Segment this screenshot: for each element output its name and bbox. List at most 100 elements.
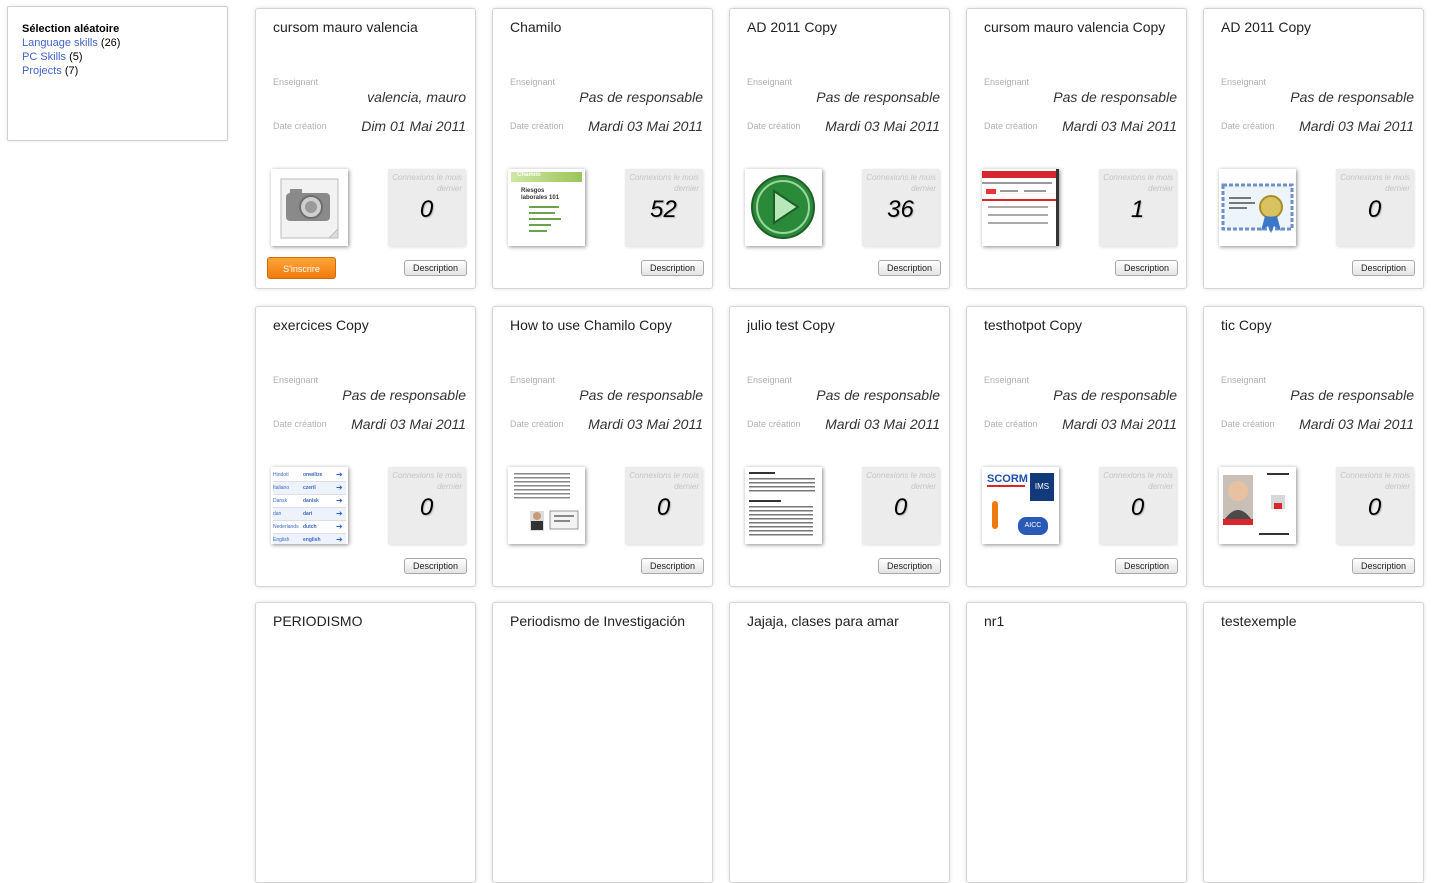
creation-date: Mardi 03 Mai 2011 — [1062, 118, 1177, 134]
description-button[interactable]: Description — [1351, 558, 1415, 574]
course-card: nr1 — [966, 602, 1187, 883]
connections-count: 1 — [1130, 196, 1145, 223]
course-title[interactable]: testexemple — [1221, 613, 1296, 629]
teacher-label: Enseignant — [510, 375, 556, 385]
description-button[interactable]: Description — [877, 558, 941, 574]
description-button[interactable]: Description — [877, 260, 941, 276]
vocabulary-table-thumbnail[interactable]: Hindoti onwilize ➔ Italiano czeril ➔ Dansk dani… — [271, 467, 348, 544]
creation-date: Mardi 03 Mai 2011 — [588, 118, 703, 134]
description-button[interactable]: Description — [1351, 260, 1415, 276]
teacher-label: Enseignant — [273, 77, 319, 87]
thumb-table-cell: dan — [273, 511, 282, 517]
creation-date: Mardi 03 Mai 2011 — [825, 416, 940, 432]
thumb-table-cell: Dansk — [273, 498, 288, 504]
connections-box: Connexions le mois dernier 1 — [1099, 169, 1176, 246]
course-title[interactable]: cursom mauro valencia Copy — [984, 19, 1165, 35]
course-title[interactable]: julio test Copy — [747, 317, 835, 333]
scorm-logos-thumbnail[interactable]: SCORM IMS AICC — [982, 467, 1059, 544]
camera-placeholder-icon[interactable] — [271, 169, 348, 246]
course-title[interactable]: How to use Chamilo Copy — [510, 317, 672, 333]
thumb-brand: Chamilo — [511, 172, 582, 182]
text-page-thumbnail[interactable] — [745, 467, 822, 544]
course-title[interactable]: tic Copy — [1221, 317, 1272, 333]
category-item: PC Skills (5) — [22, 50, 213, 64]
category-link-language-skills[interactable]: Language skills — [22, 37, 98, 49]
arrow-right-icon: ➔ — [336, 496, 343, 505]
connections-label: Connexions le mois dernier — [1340, 471, 1410, 491]
description-button[interactable]: Description — [1114, 260, 1178, 276]
teacher-label: Enseignant — [747, 77, 793, 87]
teacher-name: Pas de responsable — [816, 387, 940, 403]
thumb-table-row: Nederlands dutch ➔ — [273, 521, 346, 534]
course-title[interactable]: AD 2011 Copy — [1221, 19, 1311, 35]
connections-label: Connexions le mois dernier — [1103, 471, 1173, 491]
random-selection-title: Sélection aléatoire — [22, 23, 120, 35]
description-button[interactable]: Description — [403, 558, 467, 574]
thumb-table-row: English english ➔ — [273, 534, 346, 544]
creation-date-label: Date création — [510, 419, 564, 429]
course-card: exercices Copy Enseignant Pas de respons… — [255, 306, 476, 587]
creation-date: Dim 01 Mai 2011 — [361, 118, 466, 134]
creation-date: Mardi 03 Mai 2011 — [1062, 416, 1177, 432]
arrow-right-icon: ➔ — [336, 535, 343, 544]
course-card: Chamilo Enseignant Pas de responsable Da… — [492, 8, 713, 289]
connections-label: Connexions le mois dernier — [1103, 173, 1173, 193]
course-title[interactable]: Periodismo de Investigación — [510, 613, 685, 629]
teacher-label: Enseignant — [747, 375, 793, 385]
course-card: PERIODISMO — [255, 602, 476, 883]
course-card: AD 2011 Copy Enseignant Pas de responsab… — [729, 8, 950, 289]
green-play-icon[interactable] — [745, 169, 822, 246]
thumb-table-cell: English — [273, 537, 290, 543]
course-title[interactable]: exercices Copy — [273, 317, 369, 333]
course-title[interactable]: testhotpot Copy — [984, 317, 1082, 333]
course-card: cursom mauro valencia Copy Enseignant Pa… — [966, 8, 1187, 289]
description-button[interactable]: Description — [403, 260, 467, 276]
creation-date-label: Date création — [510, 121, 564, 131]
arrow-right-icon: ➔ — [336, 483, 343, 492]
creation-date: Mardi 03 Mai 2011 — [351, 416, 466, 432]
creation-date-label: Date création — [984, 419, 1038, 429]
category-link-projects[interactable]: Projects — [22, 65, 62, 77]
connections-label: Connexions le mois dernier — [629, 471, 699, 491]
thumb-heading: Riesgos laborales 101 — [521, 188, 560, 201]
thumb-table-cell: Hindoti — [273, 472, 289, 478]
description-button[interactable]: Description — [640, 558, 704, 574]
certificate-thumbnail[interactable] — [1219, 169, 1296, 246]
chamilo-document-thumbnail[interactable]: Chamilo Riesgos laborales 101 — [508, 169, 585, 246]
creation-date-label: Date création — [1221, 121, 1275, 131]
course-title[interactable]: nr1 — [984, 613, 1004, 629]
description-button[interactable]: Description — [1114, 558, 1178, 574]
arrow-right-icon: ➔ — [336, 509, 343, 518]
document-page-thumbnail[interactable] — [508, 467, 585, 544]
subscribe-button[interactable]: S'inscrire — [267, 257, 336, 279]
course-title[interactable]: PERIODISMO — [273, 613, 362, 629]
category-count: (26) — [100, 37, 121, 49]
thumb-table-cell: dutch — [303, 524, 317, 530]
course-card: Periodismo de Investigación — [492, 602, 713, 883]
course-title[interactable]: Chamilo — [510, 19, 561, 35]
category-link-pc-skills[interactable]: PC Skills — [22, 51, 66, 63]
thumb-table-row: dan dari ➔ — [273, 508, 346, 521]
aicc-logo: AICC — [1018, 517, 1048, 535]
web-page-thumbnail[interactable] — [982, 169, 1059, 246]
course-title[interactable]: cursom mauro valencia — [273, 19, 418, 35]
profile-page-thumbnail[interactable] — [1219, 467, 1296, 544]
course-title[interactable]: AD 2011 Copy — [747, 19, 837, 35]
connections-count: 0 — [419, 196, 434, 223]
category-count: (7) — [64, 65, 79, 77]
course-title[interactable]: Jajaja, clases para amar — [747, 613, 899, 629]
teacher-label: Enseignant — [984, 77, 1030, 87]
connections-count: 0 — [893, 494, 908, 521]
teacher-name: Pas de responsable — [1290, 89, 1414, 105]
category-item: Language skills (26) — [22, 36, 213, 50]
teacher-label: Enseignant — [273, 375, 319, 385]
connections-box: Connexions le mois dernier 0 — [862, 467, 939, 544]
description-button[interactable]: Description — [640, 260, 704, 276]
teacher-label: Enseignant — [510, 77, 556, 87]
creation-date-label: Date création — [747, 419, 801, 429]
teacher-label: Enseignant — [984, 375, 1030, 385]
course-card: testhotpot Copy Enseignant Pas de respon… — [966, 306, 1187, 587]
thumb-table-row: Italiano czeril ➔ — [273, 482, 346, 495]
creation-date: Mardi 03 Mai 2011 — [825, 118, 940, 134]
connections-count: 0 — [1367, 494, 1382, 521]
